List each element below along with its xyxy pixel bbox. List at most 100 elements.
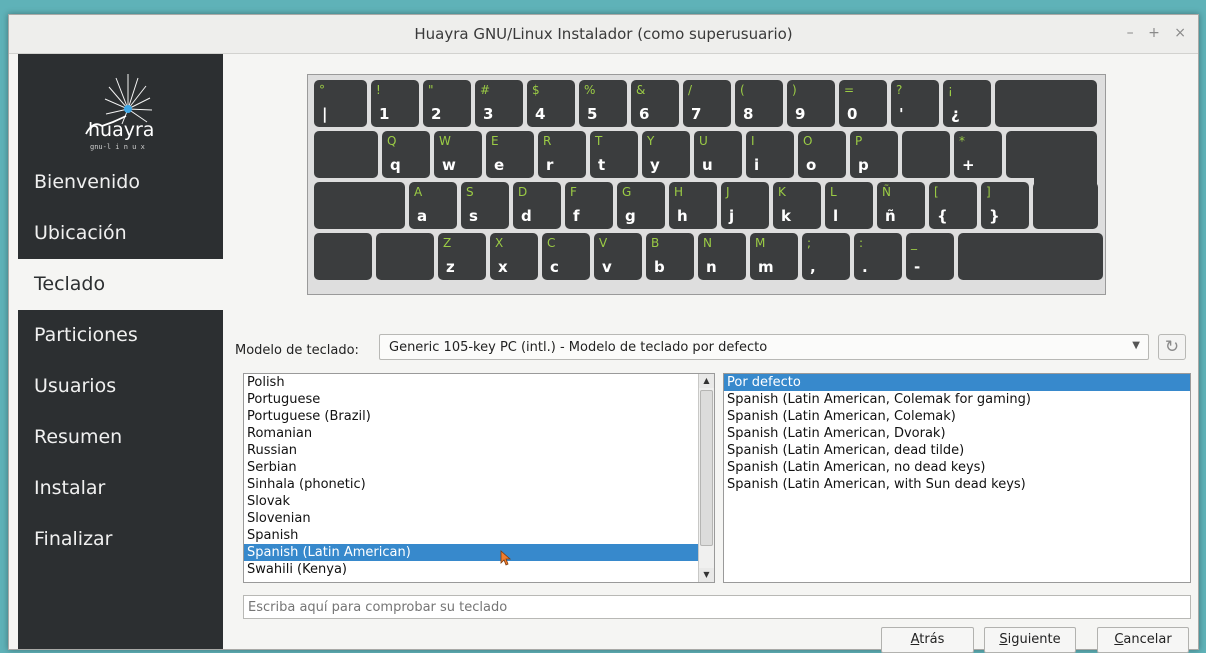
layout-list-item[interactable]: Slovak [244,493,698,510]
key-base-label: m [758,258,774,276]
dropdown-arrow-icon: ▼ [1132,340,1140,351]
key-base-label: , [810,258,816,276]
key-shift-label: I [751,134,755,148]
keyboard-key: Tt [590,131,638,178]
layout-list-item[interactable]: Spanish [244,527,698,544]
keyboard-key: ! 1 [371,80,419,127]
key-base-label: z [446,258,455,276]
key-shift-label: K [778,185,786,199]
sidebar-item-6[interactable]: Instalar [18,463,223,514]
key-shift-label: [ [934,185,939,199]
sidebar-item-2[interactable]: Teclado [18,259,223,310]
key-shift-label: ] [986,185,991,199]
keyboard-key: Mm [750,233,798,280]
key-shift-label: ( [740,83,745,97]
keyboard-key: Ss [461,182,509,229]
minimize-icon[interactable]: – [1127,25,1134,41]
layout-list-item[interactable]: Polish [244,374,698,391]
variant-list-item[interactable]: Spanish (Latin American, with Sun dead k… [724,476,1190,493]
keyboard-test-input[interactable] [243,595,1191,619]
keyboard-model-select[interactable]: Generic 105-key PC (intl.) - Modelo de t… [379,334,1149,360]
layout-scrollbar[interactable]: ▲ ▼ [698,374,714,582]
keyboard-key: ]} [981,182,1029,229]
layout-list-item[interactable]: Slovenian [244,510,698,527]
key-base-label: i [754,156,760,174]
key-base-label: h [677,207,688,225]
key-base-label: 9 [795,105,806,123]
key-shift-label: ; [807,236,812,250]
key-shift-label: O [803,134,813,148]
next-button[interactable]: Siguiente [984,627,1076,653]
variant-list-item[interactable]: Spanish (Latin American, Dvorak) [724,425,1190,442]
key-base-label: w [442,156,456,174]
layout-list-item[interactable]: Spanish (Latin American) [244,544,698,561]
sidebar-item-5[interactable]: Resumen [18,412,223,463]
key-base-label: b [654,258,665,276]
key-base-label: - [914,258,921,276]
layout-list[interactable]: Polish Portuguese Portuguese (Brazil) Roman… [243,373,715,583]
key-shift-label: H [674,185,684,199]
key-shift-label: _ [911,236,917,250]
keyboard-key: _ - [906,233,954,280]
back-button[interactable]: Atrás [881,627,974,653]
key-shift-label: / [688,83,693,97]
maximize-icon[interactable]: + [1148,25,1160,41]
key-base-label: v [602,258,612,276]
reset-model-button[interactable]: ↻ [1158,334,1186,360]
keyboard-key: Xx [490,233,538,280]
huayra-logo: huayra gnu-l i n u x [18,54,223,154]
installer-window: Huayra GNU/Linux Instalador (como superu… [8,14,1199,653]
scroll-thumb[interactable] [700,390,713,546]
layout-list-item[interactable]: Serbian [244,459,698,476]
key-shift-label: L [830,185,837,199]
layout-list-item[interactable]: Swahili (Kenya) [244,561,698,578]
keyboard-key [314,182,405,229]
steps-nav: Bienvenido Ubicación Teclado Particiones Usu… [18,157,223,565]
key-base-label: y [650,156,660,174]
keyboard-key: Kk [773,182,821,229]
keyboard-key [314,131,378,178]
variant-list-item[interactable]: Spanish (Latin American, Colemak for gam… [724,391,1190,408]
keyboard-key: Hh [669,182,717,229]
sidebar-item-3[interactable]: Particiones [18,310,223,361]
keyboard-preview: ° |! 1 " 2 #3 $4% 5 & 6/7(8) 9 = 0? ' ¡ ¿ Qq Ww Ee Rr Tt Yy Uu… [307,74,1106,295]
key-base-label: g [625,207,636,225]
variant-list-item[interactable]: Spanish (Latin American, Colemak) [724,408,1190,425]
layout-list-item[interactable]: Sinhala (phonetic) [244,476,698,493]
key-base-label: + [962,156,975,174]
close-icon[interactable]: × [1174,25,1186,41]
sidebar-item-0[interactable]: Bienvenido [18,157,223,208]
key-base-label: ' [899,105,904,123]
keyboard-key: Cc [542,233,590,280]
key-base-label: k [781,207,791,225]
key-base-label: u [702,156,713,174]
sidebar-item-7[interactable]: Finalizar [18,514,223,565]
layout-list-item[interactable]: Portuguese [244,391,698,408]
sidebar-item-4[interactable]: Usuarios [18,361,223,412]
variant-list[interactable]: Por defecto Spanish (Latin American, Cole… [723,373,1191,583]
key-base-label: 2 [431,105,442,123]
layout-list-item[interactable]: Romanian [244,425,698,442]
keyboard-key: * + [954,131,1002,178]
logo-tagline: gnu-l i n u x [90,143,145,151]
keyboard-key: Ff [565,182,613,229]
layout-list-item[interactable]: Russian [244,442,698,459]
variant-list-item[interactable]: Por defecto [724,374,1190,391]
layout-list-item[interactable]: Portuguese (Brazil) [244,408,698,425]
scroll-down-icon[interactable]: ▼ [699,568,714,582]
key-shift-label: P [855,134,863,148]
title-bar[interactable]: Huayra GNU/Linux Instalador (como superu… [9,15,1198,54]
variant-list-item[interactable]: Spanish (Latin American, dead tilde) [724,442,1190,459]
key-shift-label: * [959,134,965,148]
cancel-button[interactable]: Cancelar [1097,627,1189,653]
keyboard-page: ° |! 1 " 2 #3 $4% 5 & 6/7(8) 9 = 0? ' ¡ ¿ Qq Ww Ee Rr Tt Yy Uu… [223,54,1198,653]
window-title: Huayra GNU/Linux Instalador (como superu… [414,25,793,43]
key-shift-label: N [703,236,712,250]
key-base-label: n [706,258,717,276]
keyboard-key: ;, [802,233,850,280]
sidebar-item-1[interactable]: Ubicación [18,208,223,259]
variant-list-item[interactable]: Spanish (Latin American, no dead keys) [724,459,1190,476]
key-shift-label: D [518,185,528,199]
scroll-up-icon[interactable]: ▲ [699,374,714,388]
key-base-label: 1 [379,105,390,123]
